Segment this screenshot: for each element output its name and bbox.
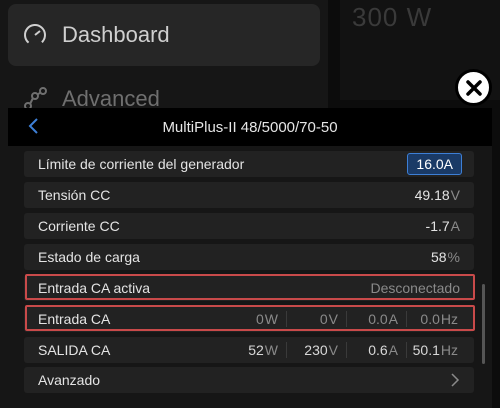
row-dc-current: Corriente CC -1.7A	[24, 213, 474, 239]
row-ac-output: SALIDA CA 52W 230V 0.6A 50.1Hz	[24, 337, 474, 363]
dialog-title: MultiPlus-II 48/5000/70-50	[162, 118, 338, 136]
chevron-left-icon	[28, 118, 38, 134]
sidebar-item-label: Dashboard	[62, 22, 170, 47]
dialog-header: MultiPlus-II 48/5000/70-50	[8, 108, 492, 146]
ac-output-voltage: 230V	[286, 342, 346, 358]
scrollbar[interactable]	[482, 284, 485, 364]
chevron-right-icon	[451, 373, 460, 387]
ac-output-current: 0.6A	[346, 342, 406, 358]
device-dialog: MultiPlus-II 48/5000/70-50 Límite de cor…	[8, 108, 492, 408]
row-ac-input: Entrada CA 0W 0V 0.0A 0.0Hz	[24, 306, 474, 332]
ac-input-frequency: 0.0Hz	[406, 311, 466, 327]
close-button[interactable]	[455, 69, 492, 106]
ac-input-current: 0.0A	[346, 311, 406, 327]
row-advanced[interactable]: Avanzado	[24, 367, 474, 393]
sidebar-item-dashboard[interactable]: Dashboard	[8, 4, 320, 66]
row-label: Avanzado	[38, 372, 101, 388]
row-label: Tensión CC	[38, 187, 111, 203]
close-icon	[465, 79, 482, 96]
row-label: Entrada CA activa	[38, 280, 151, 296]
row-generator-current-limit[interactable]: Límite de corriente del generador 16.0A	[24, 151, 474, 177]
ac-output-values: 52W 230V 0.6A 50.1Hz	[226, 342, 466, 358]
dc-voltage-value: 49.18V	[414, 187, 460, 203]
background-power-value: 300 W	[352, 2, 433, 32]
row-label: Entrada CA	[38, 311, 111, 327]
row-label: Corriente CC	[38, 218, 120, 234]
row-state-of-charge: Estado de carga 58%	[24, 244, 474, 270]
back-button[interactable]	[22, 115, 44, 137]
row-label: SALIDA CA	[38, 342, 111, 358]
generator-limit-value[interactable]: 16.0A	[407, 153, 462, 175]
active-input-value: Desconectado	[370, 280, 460, 296]
ac-input-voltage: 0V	[286, 311, 346, 327]
row-label: Estado de carga	[38, 249, 140, 265]
ac-input-power: 0W	[255, 311, 278, 327]
soc-value: 58%	[430, 249, 460, 265]
row-active-ac-input: Entrada CA activa Desconectado	[24, 275, 474, 301]
row-dc-voltage: Tensión CC 49.18V	[24, 182, 474, 208]
ac-output-power: 52W	[248, 342, 278, 358]
dc-current-value: -1.7A	[425, 218, 460, 234]
row-label: Límite de corriente del generador	[38, 156, 245, 172]
gauge-icon	[24, 24, 46, 46]
ac-output-frequency: 50.1Hz	[406, 342, 466, 358]
ac-input-values: 0W 0V 0.0A 0.0Hz	[226, 311, 466, 327]
